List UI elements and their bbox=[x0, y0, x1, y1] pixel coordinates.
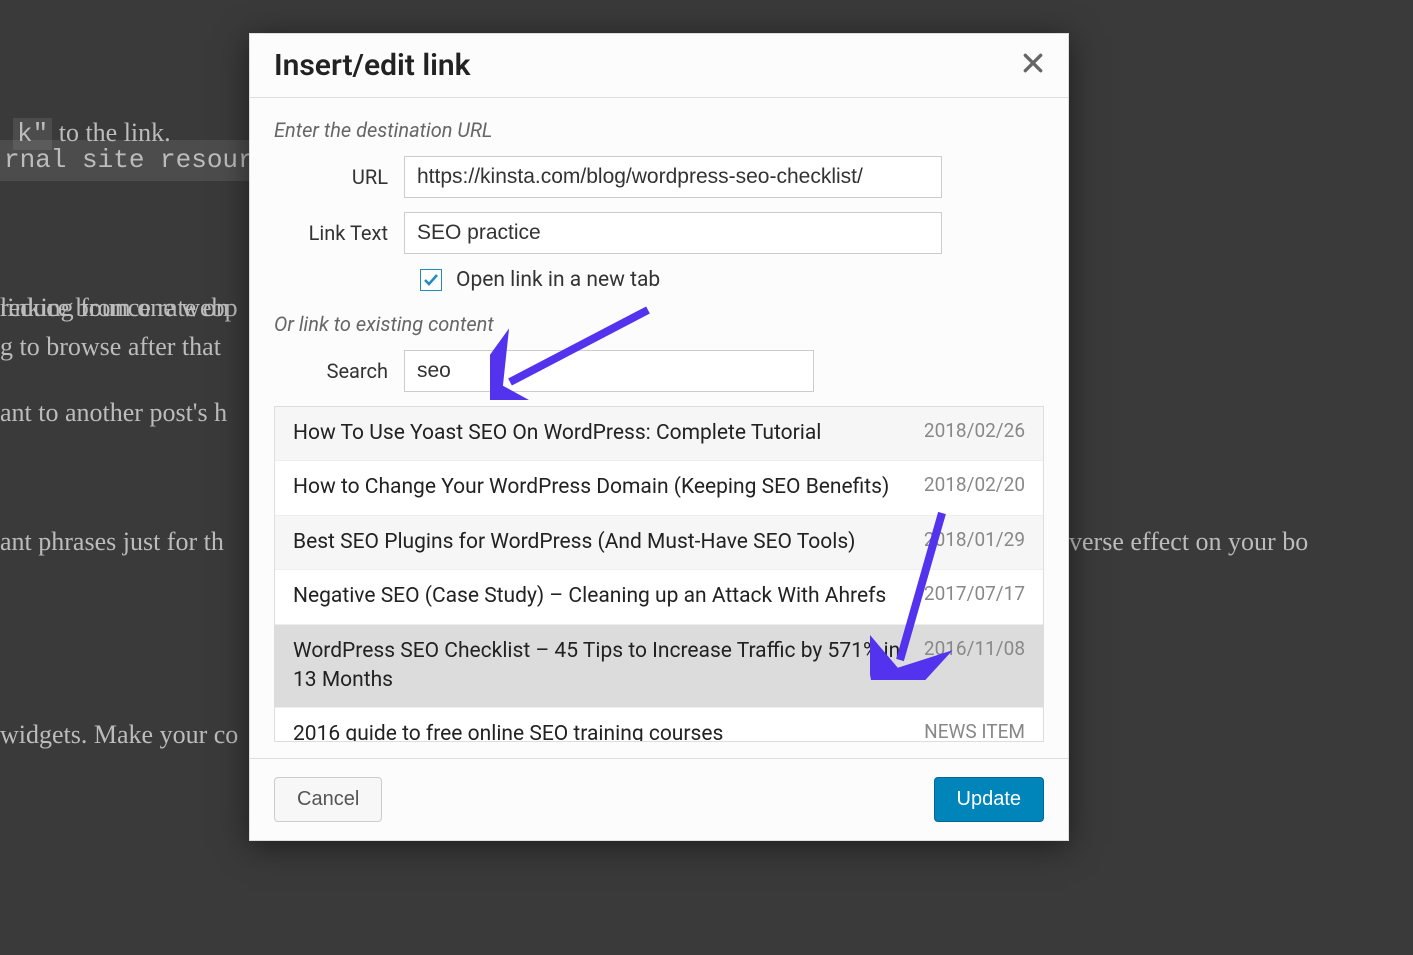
result-date: 2018/01/29 bbox=[924, 528, 1025, 551]
section-existing-label: Or link to existing content bbox=[274, 312, 1044, 336]
link-dialog: Insert/edit link Enter the destination U… bbox=[249, 33, 1069, 841]
result-title: Best SEO Plugins for WordPress (And Must… bbox=[293, 528, 924, 557]
result-row[interactable]: How To Use Yoast SEO On WordPress: Compl… bbox=[275, 407, 1043, 461]
search-results-list[interactable]: How To Use Yoast SEO On WordPress: Compl… bbox=[274, 406, 1044, 742]
result-row[interactable]: How to Change Your WordPress Domain (Kee… bbox=[275, 461, 1043, 515]
search-input[interactable] bbox=[404, 350, 814, 392]
bg-text-line7: widgets. Make your co bbox=[0, 715, 238, 754]
linktext-label: Link Text bbox=[274, 221, 404, 245]
close-icon[interactable] bbox=[1022, 52, 1044, 79]
result-row[interactable]: Negative SEO (Case Study) – Cleaning up … bbox=[275, 570, 1043, 624]
dialog-header: Insert/edit link bbox=[250, 34, 1068, 98]
bg-text-line6b: verse effect on your bo bbox=[1069, 522, 1308, 561]
newtab-checkbox[interactable] bbox=[420, 269, 442, 291]
bg-text-line2: rnal site resourc bbox=[0, 140, 273, 181]
result-date: 2016/11/08 bbox=[924, 637, 1025, 660]
url-label: URL bbox=[274, 165, 404, 189]
result-title: 2016 guide to free online SEO training c… bbox=[293, 720, 924, 742]
result-row[interactable]: Best SEO Plugins for WordPress (And Must… bbox=[275, 516, 1043, 570]
result-date: NEWS ITEM bbox=[924, 720, 1025, 742]
cancel-button[interactable]: Cancel bbox=[274, 777, 382, 822]
newtab-label: Open link in a new tab bbox=[456, 268, 660, 292]
result-title: How To Use Yoast SEO On WordPress: Compl… bbox=[293, 419, 924, 448]
result-row[interactable]: 2016 guide to free online SEO training c… bbox=[275, 708, 1043, 742]
result-date: 2018/02/26 bbox=[924, 419, 1025, 442]
newtab-checkbox-row[interactable]: Open link in a new tab bbox=[420, 268, 1044, 292]
dialog-title: Insert/edit link bbox=[274, 48, 471, 83]
url-input[interactable] bbox=[404, 156, 942, 198]
dialog-body: Enter the destination URL URL Link Text … bbox=[250, 98, 1068, 742]
bg-text-line6: ant phrases just for th bbox=[0, 522, 224, 561]
search-field-row: Search bbox=[274, 350, 1044, 392]
dialog-footer: Cancel Update bbox=[250, 758, 1068, 840]
bg-text-line5: ant to another post's h bbox=[0, 393, 227, 432]
search-label: Search bbox=[274, 359, 404, 383]
bg-text-line4: g to browse after that bbox=[0, 327, 221, 366]
result-title: How to Change Your WordPress Domain (Kee… bbox=[293, 473, 924, 502]
result-title: Negative SEO (Case Study) – Cleaning up … bbox=[293, 582, 924, 611]
url-field-row: URL bbox=[274, 156, 1044, 198]
update-button[interactable]: Update bbox=[934, 777, 1045, 822]
linktext-input[interactable] bbox=[404, 212, 942, 254]
linktext-field-row: Link Text bbox=[274, 212, 1044, 254]
result-title: WordPress SEO Checklist – 45 Tips to Inc… bbox=[293, 637, 924, 696]
bg-text-line3b: linking from one webp bbox=[0, 288, 238, 327]
section-destination-label: Enter the destination URL bbox=[274, 118, 1044, 142]
result-row[interactable]: WordPress SEO Checklist – 45 Tips to Inc… bbox=[275, 625, 1043, 709]
result-date: 2017/07/17 bbox=[924, 582, 1025, 605]
result-date: 2018/02/20 bbox=[924, 473, 1025, 496]
